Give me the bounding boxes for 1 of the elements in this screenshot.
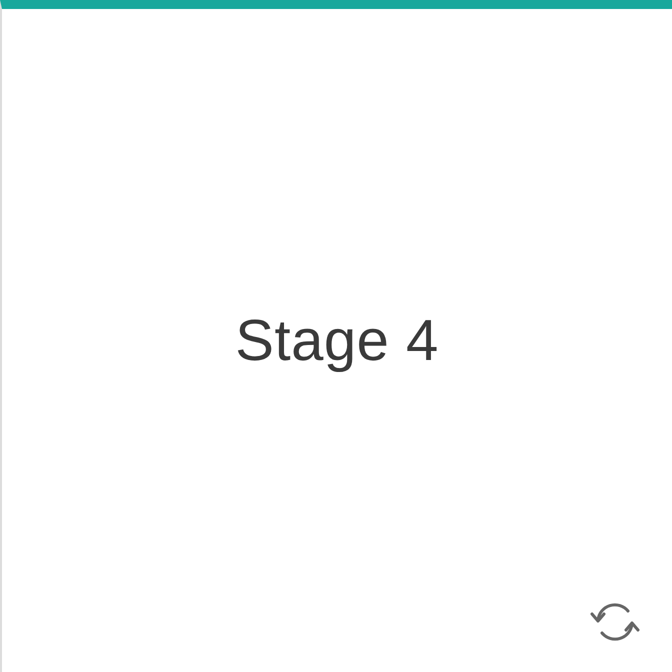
stage-title: Stage 4 (235, 307, 439, 375)
